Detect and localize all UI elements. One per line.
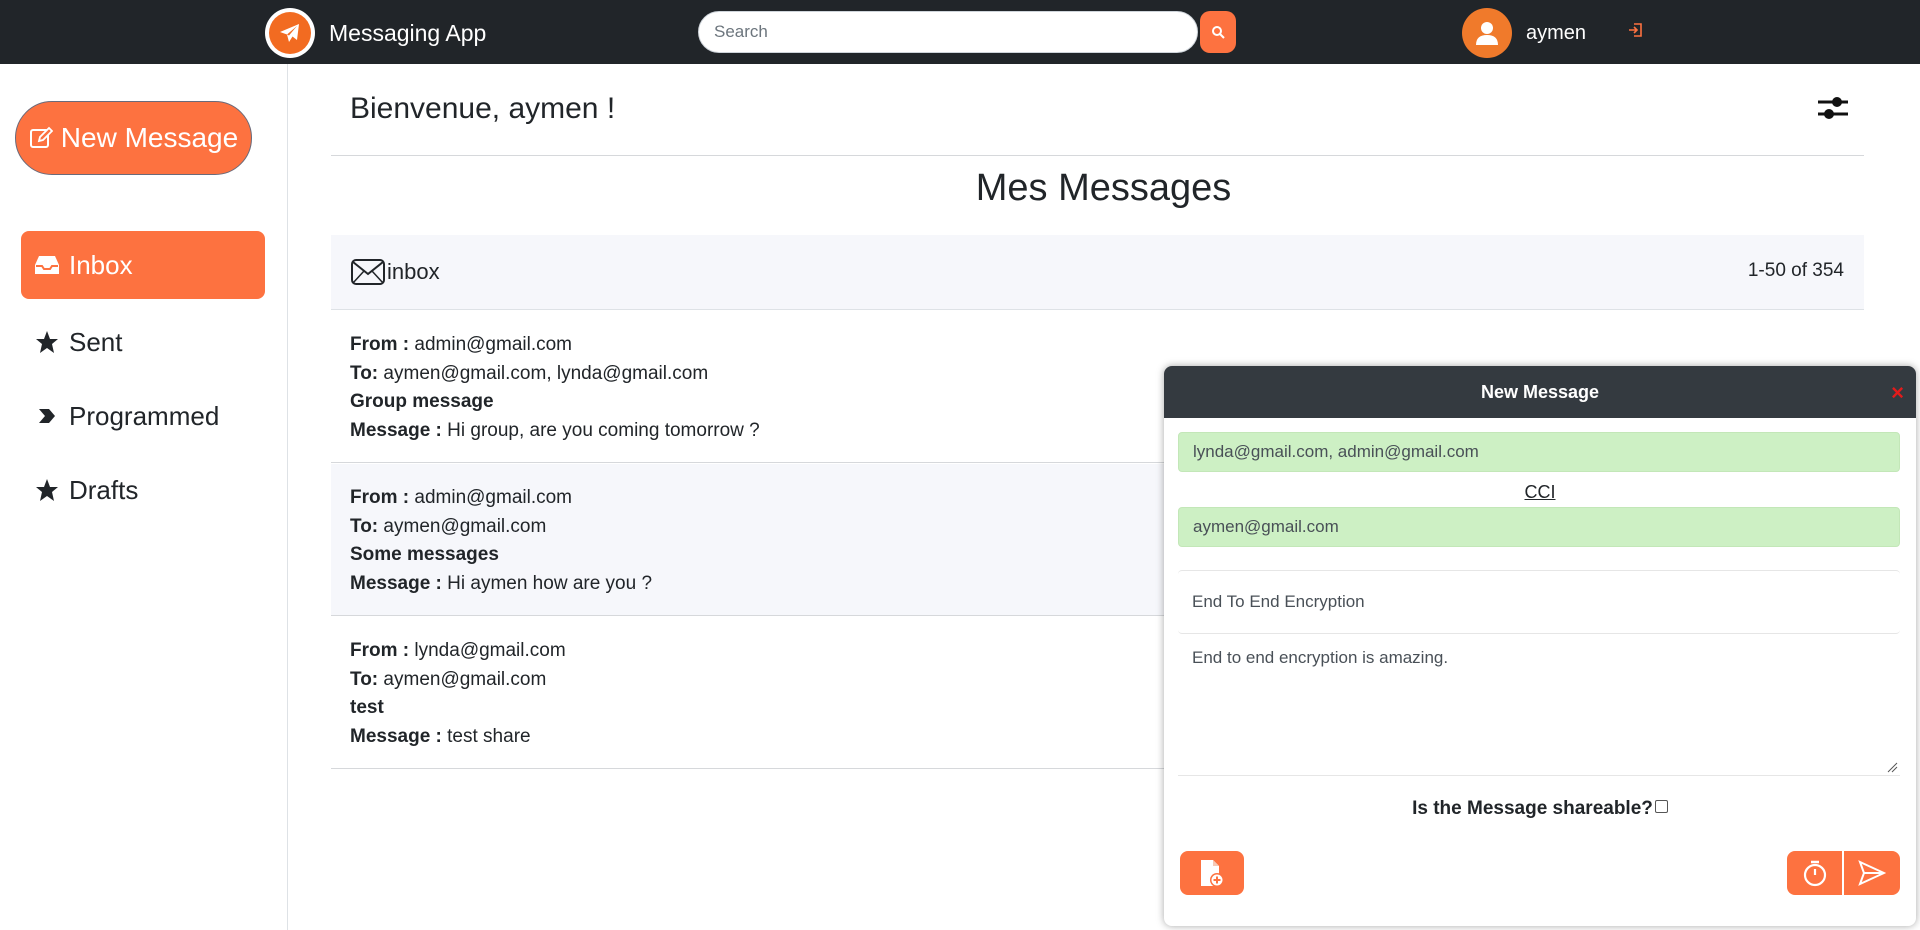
user-menu[interactable]: aymen [1462,8,1586,58]
close-icon[interactable]: × [1891,380,1904,406]
search-icon [1212,26,1225,39]
resize-handle-icon[interactable] [1886,761,1898,773]
user-icon [1476,22,1498,45]
logout-icon [1629,23,1642,37]
sidebar-item-inbox[interactable]: Inbox [21,231,265,299]
welcome-heading: Bienvenue, aymen ! [350,92,616,125]
send-icon [1858,860,1886,886]
star-icon [34,477,60,503]
message-body-text: End to end encryption is amazing. [1192,648,1449,667]
sidebar-item-programmed[interactable]: Programmed [21,382,265,450]
compose-title: New Message [1480,381,1600,402]
paper-plane-logo-icon [265,8,315,58]
attach-file-button[interactable] [1180,851,1244,895]
new-message-button[interactable]: New Message [15,101,252,175]
sidebar-item-sent[interactable]: Sent [21,308,265,376]
folder-header: inbox 1-50 of 354 [331,235,1864,310]
file-add-icon [1201,860,1224,887]
username: aymen [1526,21,1587,44]
divider [331,155,1864,156]
shareable-label: Is the Message shareable? [1412,798,1653,819]
brand[interactable]: Messaging App [265,8,486,58]
message-body-textarea[interactable]: End to end encryption is amazing. [1178,636,1900,776]
logout-button[interactable] [1628,22,1644,43]
cci-toggle[interactable]: CCI [1164,482,1916,503]
shareable-option: Is the Message shareable? [1164,798,1916,820]
inbox-icon [34,252,60,278]
top-navbar: Messaging App aymen [0,0,1920,64]
schedule-button[interactable] [1787,851,1842,895]
envelope-icon [351,259,385,285]
avatar [1462,8,1512,58]
to-field[interactable]: lynda@gmail.com, admin@gmail.com [1178,432,1900,472]
app-name: Messaging App [329,19,487,46]
pagination-text: 1-50 of 354 [1747,260,1844,281]
sidebar-item-label: Inbox [69,249,133,280]
star-icon [34,329,60,355]
sidebar: New Message Inbox Sent Programmed Drafts [0,64,288,930]
new-message-label: New Message [60,122,239,153]
page-title: Mes Messages [975,167,1232,209]
shareable-checkbox[interactable] [1654,799,1668,813]
message-from: From : admin@gmail.com [350,334,573,355]
compose-header: New Message × [1164,366,1916,418]
cci-field[interactable]: aymen@gmail.com [1178,507,1900,547]
folder-label: inbox [387,259,440,284]
search-button[interactable] [1200,11,1236,53]
compose-panel: New Message × lynda@gmail.com, admin@gma… [1164,366,1916,926]
sliders-icon [1818,97,1848,119]
stopwatch-icon [1803,860,1826,887]
subject-field[interactable]: End To End Encryption [1178,570,1900,634]
filter-settings-button[interactable] [1816,93,1850,128]
sidebar-item-drafts[interactable]: Drafts [21,456,265,524]
sidebar-item-label: Programmed [69,400,220,431]
send-button[interactable] [1844,851,1900,895]
tag-arrow-icon [34,403,60,429]
sidebar-item-label: Drafts [69,474,139,505]
sidebar-item-label: Sent [69,326,123,357]
compose-icon [29,126,53,148]
search-input[interactable] [698,11,1198,53]
search-bar [698,11,1236,53]
